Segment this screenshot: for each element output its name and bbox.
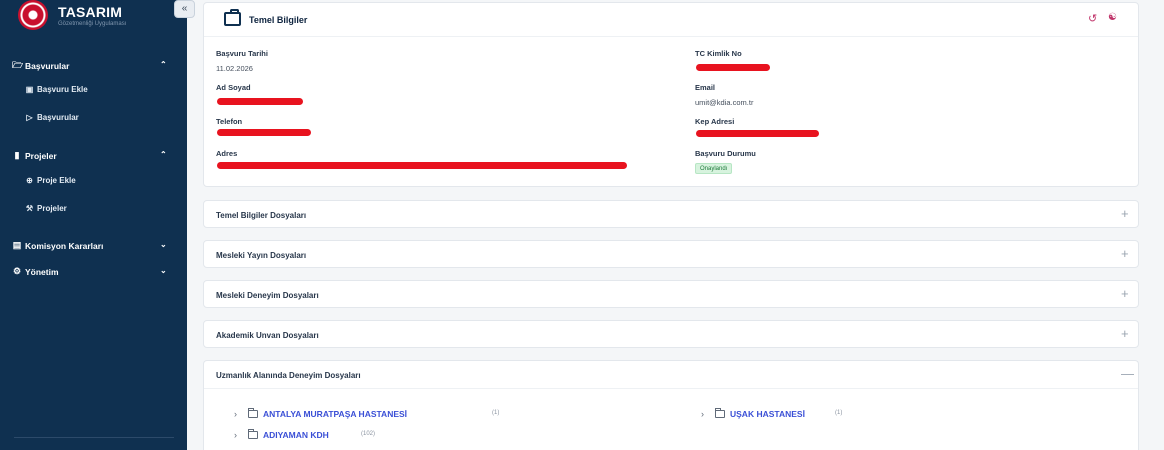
basic-info-card: Temel Bilgiler ↺ ☯ Başvuru Tarihi 11.02.…: [203, 2, 1139, 187]
sidebar-item-basvuru-ekle[interactable]: ▣ Başvuru Ekle: [0, 80, 187, 100]
accordion-header[interactable]: Uzmanlık Alanında Deneyim Dosyaları —: [204, 361, 1138, 389]
chevron-up-icon: ⌃: [160, 60, 167, 69]
folder-count: (1): [492, 410, 500, 416]
nav-group-yonetim[interactable]: ⚙ Yönetim ⌄: [0, 262, 187, 282]
redacted-kep-adresi: [696, 130, 819, 137]
folder-count: (102): [361, 431, 376, 437]
nav-group-projeler[interactable]: ▮ Projeler ⌃: [0, 146, 187, 166]
brand[interactable]: TASARIM Gözetmenliği Uygulaması: [0, 0, 187, 36]
accordion-title: Uzmanlık Alanında Deneyim Dosyaları: [216, 371, 361, 380]
brand-subtitle: Gözetmenliği Uygulaması: [58, 21, 127, 27]
sidebar-item-label: Projeler: [37, 204, 67, 213]
expand-plus-icon[interactable]: +: [1121, 326, 1129, 341]
card-header: Temel Bilgiler ↺ ☯: [204, 3, 1138, 37]
field-label-kep-adresi: Kep Adresi: [695, 117, 735, 126]
file-arrow-icon: ▷: [26, 113, 33, 122]
nav-group-basvurular[interactable]: 🗁 Başvurular ⌃: [0, 56, 187, 76]
nav-group-label: Yönetim: [25, 267, 59, 277]
accordion-mesleki-yayin-dosyalari[interactable]: Mesleki Yayın Dosyaları +: [203, 240, 1139, 268]
plus-circle-icon: ⊕: [26, 176, 33, 185]
field-label-basvuru-tarihi: Başvuru Tarihi: [216, 49, 268, 58]
field-label-ad-soyad: Ad Soyad: [216, 83, 251, 92]
folder-icon: [248, 408, 258, 418]
folder-node-antalya[interactable]: › ANTALYA MURATPAŞA HASTANESİ (1): [234, 408, 499, 422]
accordion-mesleki-deneyim-dosyalari[interactable]: Mesleki Deneyim Dosyaları +: [203, 280, 1139, 308]
accordion-title: Akademik Unvan Dosyaları: [216, 331, 319, 340]
users-icon[interactable]: ☯: [1108, 12, 1117, 23]
document-icon: ▤: [12, 240, 22, 250]
chevron-right-icon[interactable]: ›: [234, 430, 237, 440]
file-add-icon: ▣: [25, 85, 34, 94]
chevron-right-icon[interactable]: ›: [701, 409, 704, 419]
folder-open-icon: 🗁: [12, 60, 24, 70]
card-title: Temel Bilgiler: [249, 15, 308, 25]
chevron-right-icon[interactable]: ›: [234, 409, 237, 419]
sidebar: TASARIM Gözetmenliği Uygulaması 🗁 Başvur…: [0, 0, 187, 450]
folder-name[interactable]: ADIYAMAN KDH: [263, 430, 329, 440]
field-label-telefon: Telefon: [216, 117, 243, 126]
nav-group-label: Başvurular: [25, 61, 70, 71]
gear-icon: ⚙: [12, 266, 22, 276]
redacted-telefon: [217, 129, 311, 136]
field-label-tc-kimlik: TC Kimlik No: [695, 49, 742, 58]
folder-icon: [715, 408, 725, 418]
field-label-adres: Adres: [216, 149, 238, 158]
sidebar-item-label: Proje Ekle: [37, 176, 76, 185]
redacted-ad-soyad: [217, 98, 303, 105]
sidebar-item-proje-ekle[interactable]: ⊕ Proje Ekle: [0, 171, 187, 191]
accordion-uzmanlik-alaninda-deneyim-dosyalari: Uzmanlık Alanında Deneyim Dosyaları — › …: [203, 360, 1139, 450]
chevron-down-icon: ⌄: [160, 266, 167, 275]
expand-plus-icon[interactable]: +: [1121, 286, 1129, 301]
field-label-basvuru-durumu: Başvuru Durumu: [695, 149, 756, 158]
folder-name[interactable]: ANTALYA MURATPAŞA HASTANESİ: [263, 409, 407, 419]
main-content: Temel Bilgiler ↺ ☯ Başvuru Tarihi 11.02.…: [187, 0, 1164, 450]
status-badge: Onaylandı: [695, 163, 733, 174]
folder-name[interactable]: UŞAK HASTANESİ: [730, 409, 805, 419]
accordion-temel-bilgiler-dosyalari[interactable]: Temel Bilgiler Dosyaları +: [203, 200, 1139, 228]
redacted-adres: [217, 162, 627, 169]
expand-plus-icon[interactable]: +: [1121, 206, 1129, 221]
expand-plus-icon[interactable]: +: [1121, 246, 1129, 261]
app-root: TASARIM Gözetmenliği Uygulaması 🗁 Başvur…: [0, 0, 1164, 450]
sidebar-item-label: Başvuru Ekle: [37, 85, 88, 94]
nav-group-label: Projeler: [25, 151, 57, 161]
collapse-minus-icon[interactable]: —: [1121, 366, 1134, 381]
folder-node-adiyaman[interactable]: › ADIYAMAN KDH (102): [234, 429, 414, 443]
folder-icon: [248, 429, 258, 439]
accordion-akademik-unvan-dosyalari[interactable]: Akademik Unvan Dosyaları +: [203, 320, 1139, 348]
hammer-icon: ⚒: [25, 204, 34, 213]
sidebar-collapse-button[interactable]: «: [174, 0, 195, 18]
sidebar-item-label: Başvurular: [37, 113, 79, 122]
briefcase-icon: [224, 9, 241, 26]
nav-group-label: Komisyon Kararları: [25, 241, 104, 251]
chevron-down-icon: ⌄: [160, 240, 167, 249]
field-value-email: umit@kdia.com.tr: [695, 98, 754, 107]
ministry-emblem-logo: [18, 0, 48, 30]
columns-icon: ▮: [14, 150, 20, 160]
folder-count: (1): [835, 410, 843, 416]
field-value-basvuru-tarihi: 11.02.2026: [216, 64, 253, 73]
sidebar-item-projeler[interactable]: ⚒ Projeler: [0, 199, 187, 219]
accordion-title: Temel Bilgiler Dosyaları: [216, 211, 307, 220]
sidebar-item-basvurular[interactable]: ▷ Başvurular: [0, 108, 187, 128]
history-icon[interactable]: ↺: [1088, 12, 1097, 25]
field-label-email: Email: [695, 83, 716, 92]
folder-node-usak[interactable]: › UŞAK HASTANESİ (1): [701, 408, 861, 422]
accordion-title: Mesleki Yayın Dosyaları: [216, 251, 307, 260]
accordion-title: Mesleki Deneyim Dosyaları: [216, 291, 319, 300]
brand-title: TASARIM: [58, 4, 123, 20]
nav-group-komisyon-kararlari[interactable]: ▤ Komisyon Kararları ⌄: [0, 236, 187, 256]
redacted-tc-kimlik: [696, 64, 770, 71]
chevron-up-icon: ⌃: [160, 150, 167, 159]
sidebar-divider: [14, 437, 174, 438]
